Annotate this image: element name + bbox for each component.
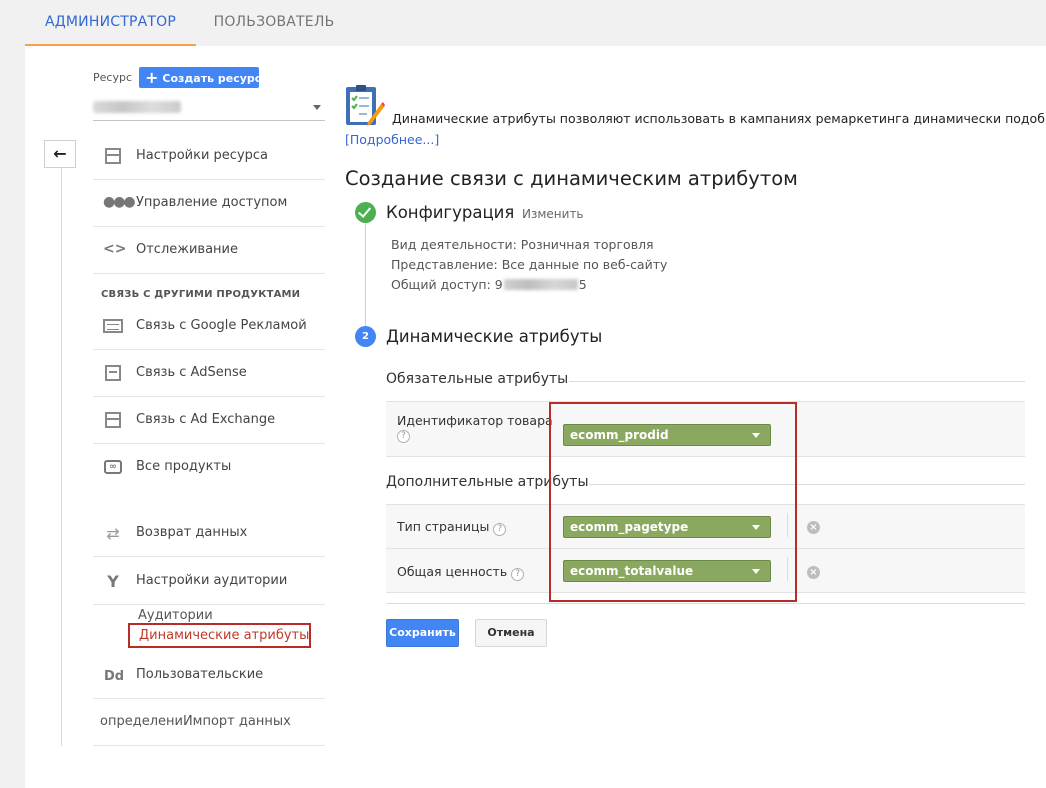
tab-admin[interactable]: АДМИНИСТРАТОР	[25, 0, 196, 46]
form-divider	[386, 603, 1025, 604]
sidebar-item-label: Настройки ресурса	[136, 148, 269, 163]
sidebar-item-audience-settings[interactable]: Y Настройки аудитории	[93, 558, 325, 605]
people-icon: ●●●	[103, 194, 136, 210]
dropdown-caret-icon	[752, 433, 760, 438]
plus-icon: +	[145, 68, 159, 87]
tab-user[interactable]: ПОЛЬЗОВАТЕЛЬ	[208, 0, 340, 46]
check-icon	[355, 202, 376, 223]
sharing-id-redacted	[503, 279, 578, 290]
sidebar-item-google-ads[interactable]: Связь с Google Рекламой	[93, 303, 325, 350]
select-value: ecomm_totalvalue	[570, 564, 694, 578]
adsense-icon	[103, 364, 123, 382]
sidebar-subitem-dynamic-attributes[interactable]: Динамические атрибуты	[128, 623, 311, 648]
dropdown-caret-icon	[752, 569, 760, 574]
sidebar-item-label: Связь с Ad Exchange	[136, 412, 276, 427]
fork-icon: Y	[107, 572, 119, 591]
stepper-line	[365, 223, 366, 335]
swap-arrows-icon: ⇄	[106, 524, 120, 543]
page-type-select[interactable]: ecomm_pagetype	[563, 516, 771, 538]
attribute-label: Идентификатор товара	[397, 413, 553, 428]
sidebar-item-access[interactable]: ●●● Управление доступом	[93, 180, 325, 227]
sidebar-item-adsense[interactable]: Связь с AdSense	[93, 350, 325, 397]
page-title: Создание связи с динамическим атрибутом	[345, 167, 798, 190]
sidebar-item-label: Отслеживание	[136, 242, 238, 257]
dropdown-caret-icon	[313, 105, 321, 110]
clipboard-pencil-icon	[346, 85, 385, 126]
sidebar-item-resource-settings[interactable]: Настройки ресурса	[93, 133, 325, 180]
attribute-row-page-type: Тип страницы? ecomm_pagetype ×	[386, 504, 1025, 549]
config-sharing-prefix: Общий доступ: 9	[391, 277, 503, 292]
create-resource-button[interactable]: + Создать ресурс	[139, 67, 262, 88]
attribute-label: Общая ценность	[397, 564, 508, 579]
step2-title: Динамические атрибуты	[386, 327, 603, 346]
heading-divider	[589, 484, 1025, 485]
heading-divider	[569, 381, 1025, 382]
remove-icon[interactable]: ×	[807, 521, 820, 534]
sidebar-item-label: Возврат данных	[136, 525, 248, 540]
config-sharing-suffix: 5	[578, 277, 587, 292]
sidebar-item-all-products[interactable]: ∞ Все продукты	[93, 444, 325, 491]
config-sharing: Общий доступ: 9 5	[391, 277, 587, 292]
optional-attributes-heading: Дополнительные атрибуты	[386, 474, 589, 490]
step2-number-badge: 2	[355, 326, 376, 347]
resource-select[interactable]	[93, 96, 325, 121]
select-value: ecomm_prodid	[570, 428, 669, 442]
dropdown-caret-icon	[752, 525, 760, 530]
code-icon: <>	[103, 241, 127, 257]
step1-edit-link[interactable]: Изменить	[522, 207, 584, 221]
help-icon[interactable]: ?	[493, 523, 507, 536]
sidebar-item-custom[interactable]: Пользовательские	[93, 652, 325, 699]
resource-name-redacted	[93, 101, 181, 113]
info-description: Динамические атрибуты позволяют использо…	[392, 111, 1046, 126]
sidebar-item-label: Настройки аудитории	[136, 573, 288, 588]
create-resource-label: Создать ресурс	[162, 72, 262, 85]
config-view: Представление: Все данные по веб-сайту	[391, 257, 668, 272]
attribute-row-product-id: Идентификатор товара ? ecomm_prodid	[386, 401, 1025, 457]
config-business-type: Вид деятельности: Розничная торговля	[391, 237, 654, 252]
sidebar-item-data-return[interactable]: ⇄ Возврат данных	[93, 510, 325, 557]
attribute-label: Тип страницы	[397, 519, 490, 534]
sidebar-item-label: Связь с Google Рекламой	[136, 318, 307, 333]
save-button[interactable]: Сохранить	[386, 619, 459, 647]
attribute-label-wrap: Общая ценность?	[397, 564, 525, 581]
custom-definitions-icon: Dd	[104, 669, 125, 684]
resource-label: Ресурс	[93, 71, 132, 84]
top-tabs: АДМИНИСТРАТОР ПОЛЬЗОВАТЕЛЬ	[0, 0, 1046, 46]
sidebar-item-ad-exchange[interactable]: Связь с Ad Exchange	[93, 397, 325, 444]
sidebar-item-tracking[interactable]: <> Отслеживание	[93, 227, 325, 274]
section-heading-linked-products: СВЯЗЬ С ДРУГИМИ ПРОДУКТАМИ	[101, 289, 301, 300]
learn-more-link[interactable]: [Подробнее...]	[345, 132, 439, 147]
sidebar-overlap-label: определениИмпорт данных	[100, 714, 291, 729]
sidebar-item-label: Все продукты	[136, 459, 232, 474]
layout-icon	[103, 147, 123, 165]
link-icon: ∞	[103, 458, 123, 476]
ad-exchange-icon	[103, 411, 123, 429]
required-attributes-heading: Обязательные атрибуты	[386, 371, 569, 387]
sidebar-item-label: Связь с AdSense	[136, 365, 247, 380]
back-button[interactable]: ←	[44, 140, 76, 168]
row-separator	[787, 557, 788, 581]
total-value-select[interactable]: ecomm_totalvalue	[563, 560, 771, 582]
remove-icon[interactable]: ×	[807, 566, 820, 579]
sidebar-item-label: Управление доступом	[136, 195, 288, 210]
sidebar-item-label: Пользовательские	[136, 667, 264, 682]
help-icon[interactable]: ?	[511, 568, 525, 581]
select-value: ecomm_pagetype	[570, 520, 689, 534]
step1-title: Конфигурация	[386, 203, 515, 222]
row-separator	[787, 513, 788, 537]
help-icon[interactable]: ?	[397, 430, 410, 443]
ads-icon	[103, 317, 123, 335]
product-id-select[interactable]: ecomm_prodid	[563, 424, 771, 446]
attribute-label-wrap: Тип страницы?	[397, 519, 507, 536]
sidebar-subitem-audiences[interactable]: Аудитории	[138, 608, 213, 623]
nav-tree-line	[61, 150, 62, 746]
cancel-button[interactable]: Отмена	[475, 619, 547, 647]
attribute-row-total-value: Общая ценность? ecomm_totalvalue ×	[386, 548, 1025, 593]
